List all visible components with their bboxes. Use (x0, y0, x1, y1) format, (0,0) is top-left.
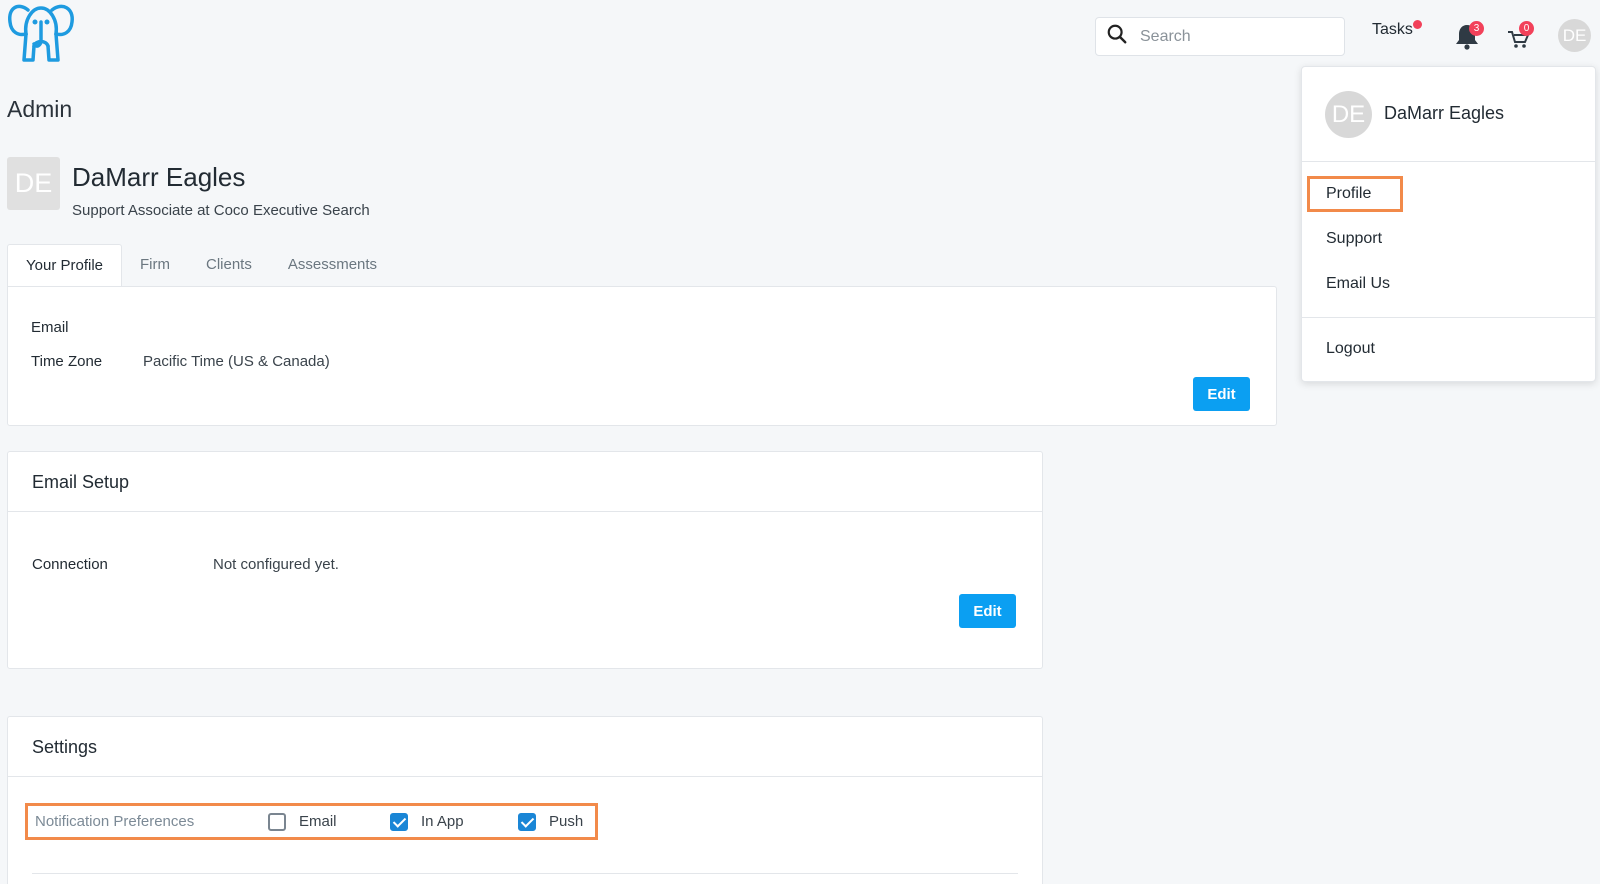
user-avatar-button[interactable]: DE (1558, 19, 1591, 52)
settings-header: Settings (8, 717, 1042, 777)
search-input[interactable] (1140, 27, 1330, 46)
profile-details-card: Email Time Zone Pacific Time (US & Canad… (7, 286, 1277, 426)
notify-push-option[interactable]: Push (518, 812, 584, 831)
menu-item-support[interactable]: Support (1326, 230, 1382, 248)
cart-count-badge: 0 (1519, 21, 1534, 36)
tab-firm[interactable]: Firm (122, 244, 188, 286)
email-setup-title: Email Setup (32, 472, 130, 492)
settings-card: Settings Notification Preferences Email … (7, 716, 1043, 884)
user-menu-divider (1302, 161, 1595, 162)
tab-your-profile[interactable]: Your Profile (7, 244, 122, 287)
notification-preferences-label: Notification Preferences (35, 813, 195, 830)
bell-icon (1454, 25, 1480, 54)
menu-item-email-us[interactable]: Email Us (1326, 275, 1390, 293)
profile-tabs: Your Profile Firm Clients Assessments (7, 244, 395, 287)
tab-clients[interactable]: Clients (188, 244, 270, 286)
notify-in-app-checkbox[interactable] (390, 812, 408, 831)
tab-assessments[interactable]: Assessments (270, 244, 395, 286)
email-setup-edit-button[interactable]: Edit (959, 594, 1016, 628)
user-menu-avatar: DE (1325, 91, 1372, 138)
elephant-logo-icon[interactable] (6, 0, 76, 66)
user-menu-divider (1302, 317, 1595, 318)
notify-email-option[interactable]: Email (268, 812, 390, 831)
email-label: Email (31, 319, 69, 336)
notify-in-app-option[interactable]: In App (390, 812, 518, 831)
timezone-value: Pacific Time (US & Canada) (143, 353, 330, 370)
connection-value: Not configured yet. (213, 556, 339, 573)
menu-item-profile[interactable]: Profile (1326, 185, 1371, 203)
email-setup-header: Email Setup (8, 452, 1042, 512)
settings-title: Settings (32, 737, 98, 757)
notify-in-app-label: In App (421, 813, 464, 830)
notify-email-checkbox[interactable] (268, 812, 286, 831)
profile-avatar: DE (7, 157, 60, 210)
timezone-label: Time Zone (31, 353, 103, 370)
notify-email-label: Email (299, 813, 337, 830)
notification-preferences-row: Notification Preferences Email In App Pu… (25, 803, 598, 840)
tasks-label: Tasks (1372, 21, 1413, 38)
cart-icon (1505, 31, 1531, 54)
email-setup-card: Email Setup Connection Not configured ye… (7, 451, 1043, 669)
notifications-button[interactable]: 3 (1454, 21, 1484, 50)
profile-name: DaMarr Eagles (72, 162, 246, 192)
profile-subtitle: Support Associate at Coco Executive Sear… (72, 202, 370, 219)
tasks-indicator-dot (1412, 20, 1422, 29)
tasks-link[interactable]: Tasks (1372, 20, 1422, 39)
menu-item-logout[interactable]: Logout (1326, 340, 1375, 358)
page-title: Admin (7, 96, 73, 122)
user-menu-name: DaMarr Eagles (1384, 103, 1505, 123)
connection-label: Connection (32, 556, 108, 573)
settings-divider (32, 873, 1018, 874)
notify-push-checkbox[interactable] (518, 812, 536, 831)
search-icon (1106, 23, 1128, 50)
profile-edit-button[interactable]: Edit (1193, 377, 1250, 411)
search-box[interactable] (1095, 17, 1345, 56)
user-menu-dropdown: DE DaMarr Eagles Profile Support Email U… (1301, 66, 1596, 382)
cart-button[interactable]: 0 (1505, 21, 1534, 50)
notifications-count-badge: 3 (1469, 21, 1484, 36)
notify-push-label: Push (549, 813, 584, 830)
